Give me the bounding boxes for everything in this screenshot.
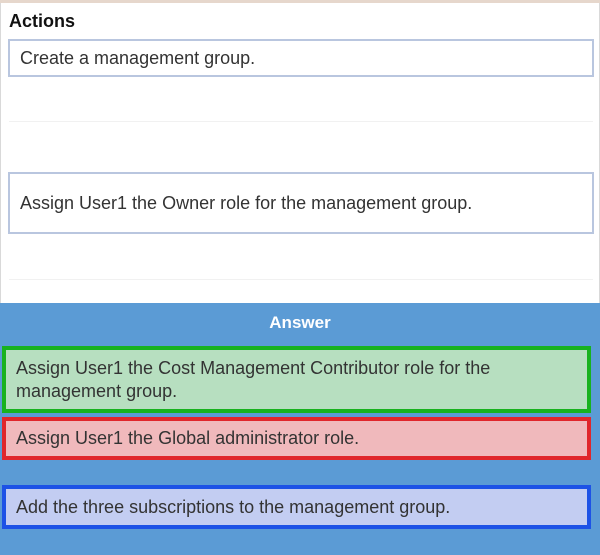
empty-slot-divider [9, 279, 593, 280]
actions-panel: Actions Create a management group. Assig… [0, 3, 600, 303]
answer-item-label: Assign User1 the Global administrator ro… [16, 428, 360, 448]
answer-panel: Answer Assign User1 the Cost Management … [0, 303, 600, 555]
empty-slot-divider [9, 121, 593, 122]
action-item-label: Assign User1 the Owner role for the mana… [20, 192, 473, 213]
action-item-create-management-group[interactable]: Create a management group. [8, 39, 594, 77]
action-item-label: Create a management group. [20, 47, 256, 68]
actions-title: Actions [9, 11, 76, 31]
answer-item-add-subscriptions[interactable]: Add the three subscriptions to the manag… [2, 485, 591, 529]
answer-title: Answer [269, 313, 331, 332]
action-item-assign-owner-role[interactable]: Assign User1 the Owner role for the mana… [8, 172, 594, 234]
answer-item-cost-management-contributor[interactable]: Assign User1 the Cost Management Contrib… [2, 346, 591, 413]
answer-item-label: Add the three subscriptions to the manag… [16, 496, 451, 517]
answer-item-label: Assign User1 the Cost Management Contrib… [16, 357, 491, 401]
answer-item-global-administrator[interactable]: Assign User1 the Global administrator ro… [2, 417, 591, 460]
